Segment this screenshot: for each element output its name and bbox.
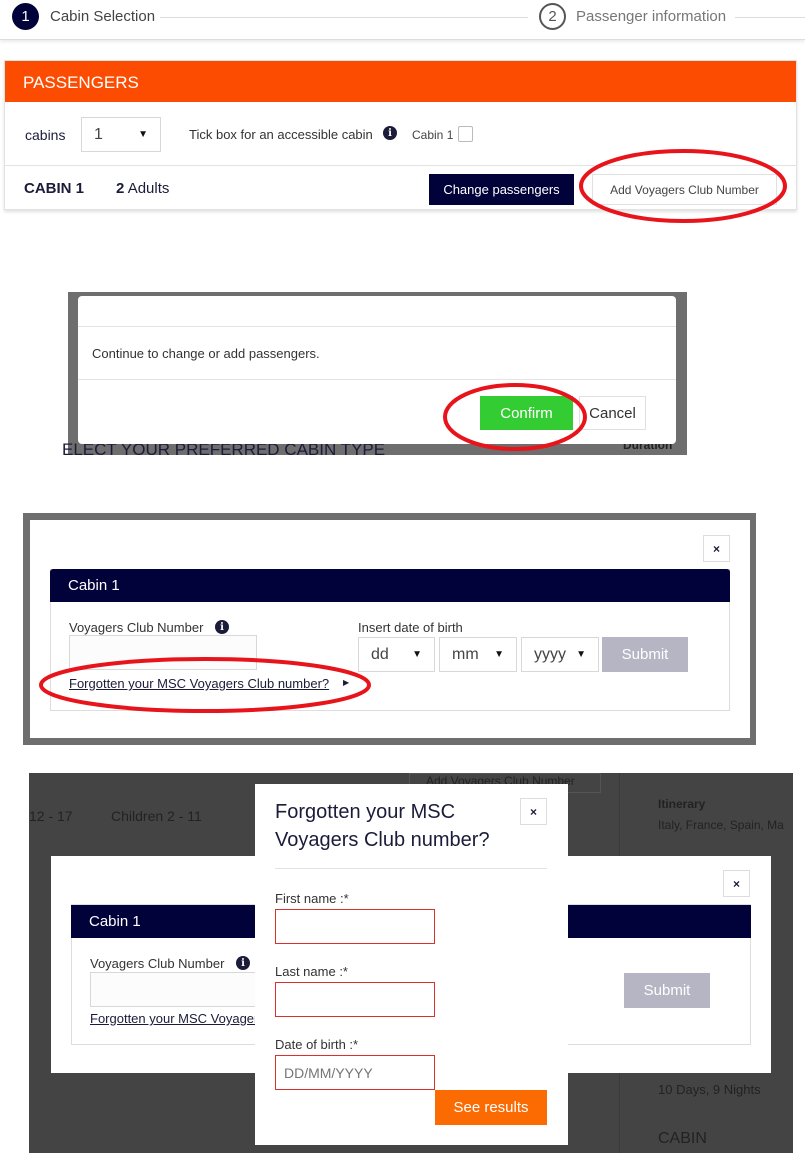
passengers-title: PASSENGERS xyxy=(5,61,796,102)
cabin-title: CABIN 1 xyxy=(24,180,85,197)
forgot-vc-modal: Forgotten your MSC Voyagers Club number?… xyxy=(255,784,568,1145)
confirm-message: Continue to change or add passengers. xyxy=(92,346,320,361)
chevron-down-icon: ▼ xyxy=(576,649,586,660)
chevron-down-icon: ▼ xyxy=(138,129,148,140)
first-name-input[interactable] xyxy=(275,909,435,944)
adults-label: Adults xyxy=(127,180,170,197)
close-button[interactable]: × xyxy=(520,798,547,825)
bg-cabin: CABIN xyxy=(658,1130,707,1147)
see-results-button[interactable]: See results xyxy=(435,1090,547,1125)
divider xyxy=(78,326,676,327)
cabins-value: 1 xyxy=(94,125,103,143)
annotation-ellipse xyxy=(39,657,371,713)
step-divider xyxy=(735,17,805,18)
adults-summary: 2 Adults xyxy=(116,180,169,197)
info-icon[interactable]: i xyxy=(236,956,250,970)
bg-age-range: 12 - 17 xyxy=(29,808,73,824)
year-select[interactable]: yyyy ▼ xyxy=(521,637,599,672)
vc-number-label: Voyagers Club Number xyxy=(69,620,204,635)
step-2-number: 2 xyxy=(539,3,566,30)
dob-label: Date of birth :* xyxy=(275,1037,359,1052)
step-1-number: 1 xyxy=(12,3,39,30)
forgot-vc-number-link[interactable]: Forgotten your MSC Voyagers Club number? xyxy=(90,1011,255,1026)
dob-input[interactable] xyxy=(275,1055,435,1090)
chevron-down-icon: ▼ xyxy=(412,649,422,660)
step-2-label[interactable]: Passenger information xyxy=(576,8,726,25)
last-name-input[interactable] xyxy=(275,982,435,1017)
bg-itinerary-label: Itinerary xyxy=(658,797,706,811)
last-name-label: Last name :* xyxy=(275,964,348,979)
step-divider xyxy=(160,17,528,18)
bg-duration-value: 10 Days, 9 Nights xyxy=(658,1082,761,1097)
step-1-label[interactable]: Cabin Selection xyxy=(50,8,155,25)
cabins-select[interactable]: 1 ▼ xyxy=(81,117,161,152)
first-name-label: First name :* xyxy=(275,891,349,906)
change-passengers-button[interactable]: Change passengers xyxy=(429,174,574,205)
divider xyxy=(275,868,547,869)
progress-stepper: 1 Cabin Selection 2 Passenger informatio… xyxy=(0,0,805,40)
year-value: yyyy xyxy=(534,645,566,663)
cabin-checkbox-label: Cabin 1 xyxy=(412,128,454,142)
bg-itinerary-value: Italy, France, Spain, Ma xyxy=(658,818,784,832)
cabin-panel-title: Cabin 1 xyxy=(50,569,730,602)
bg-children: Children 2 - 11 xyxy=(111,808,202,824)
submit-button[interactable]: Submit xyxy=(602,637,688,672)
month-select[interactable]: mm ▼ xyxy=(439,637,517,672)
close-button[interactable]: × xyxy=(703,535,730,562)
dob-label: Insert date of birth xyxy=(358,620,463,635)
month-value: mm xyxy=(452,645,479,663)
accessible-cabin-checkbox[interactable] xyxy=(458,126,473,142)
info-icon[interactable]: i xyxy=(383,126,397,140)
forgot-modal-title: Forgotten your MSC Voyagers Club number? xyxy=(275,801,490,851)
annotation-ellipse xyxy=(579,149,787,223)
vc-number-input[interactable] xyxy=(90,972,260,1007)
submit-button[interactable]: Submit xyxy=(624,973,710,1008)
cabins-label: cabins xyxy=(25,127,66,143)
accessible-label: Tick box for an accessible cabin xyxy=(189,127,373,142)
adults-count: 2 xyxy=(116,180,125,197)
close-button[interactable]: × xyxy=(723,870,750,897)
vc-number-label: Voyagers Club Number xyxy=(90,956,225,971)
info-icon[interactable]: i xyxy=(215,620,229,634)
chevron-down-icon: ▼ xyxy=(494,649,504,660)
annotation-ellipse xyxy=(443,383,587,451)
